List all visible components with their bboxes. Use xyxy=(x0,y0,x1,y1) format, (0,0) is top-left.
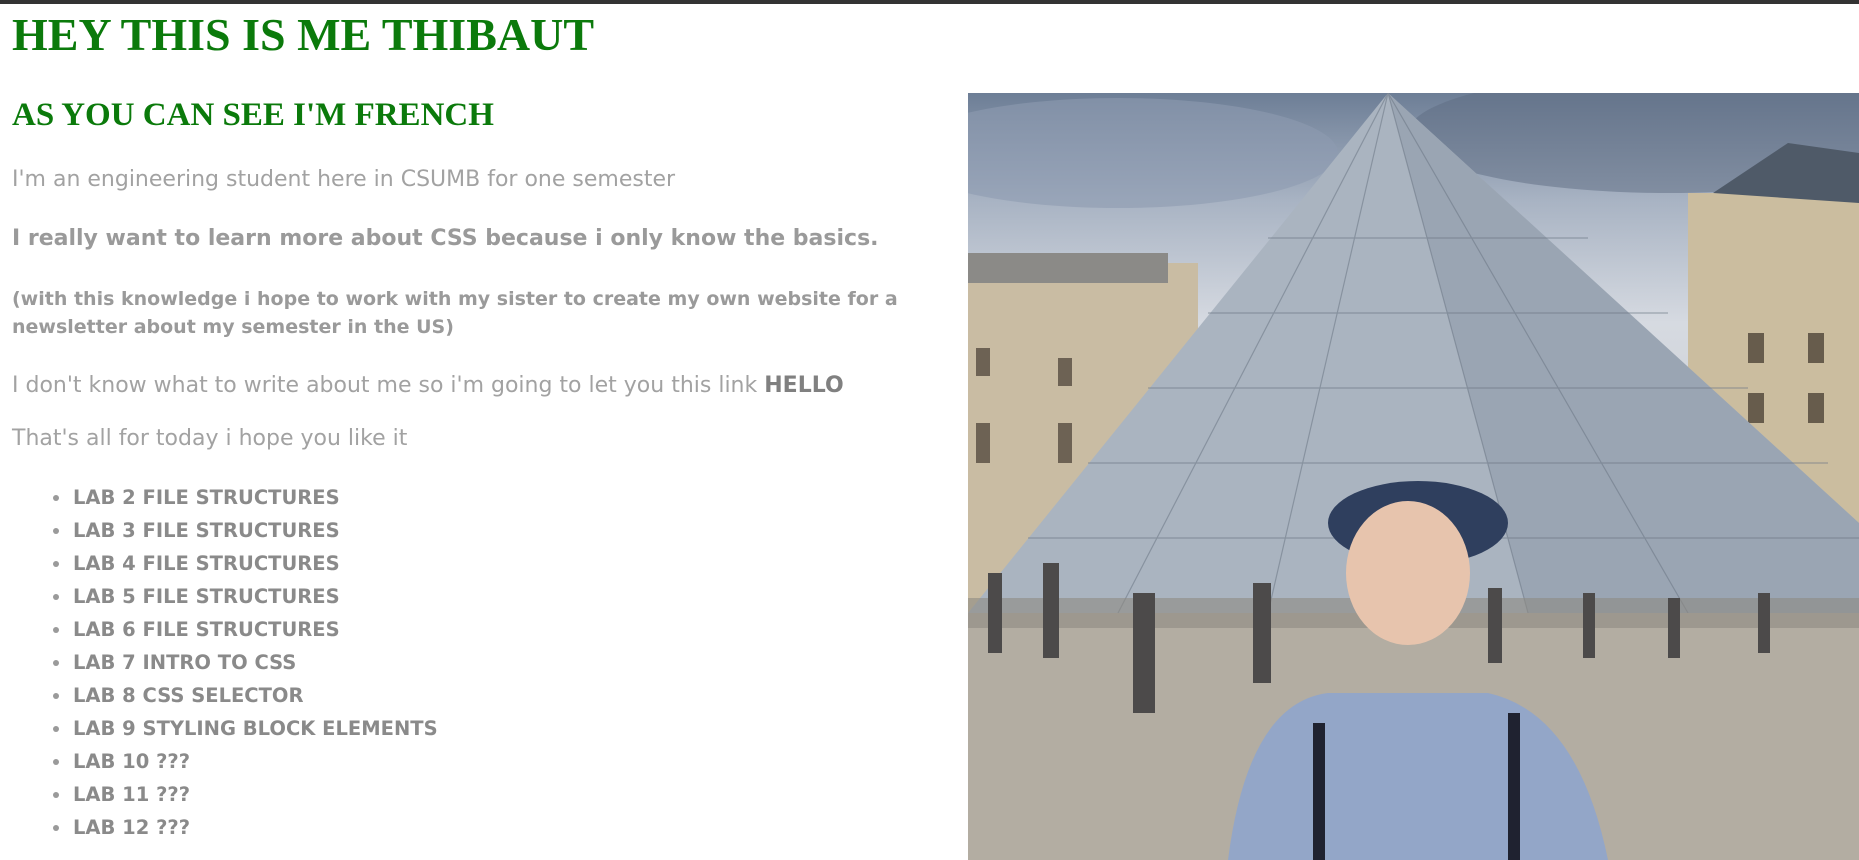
lab-link[interactable]: LAB 4 FILE STRUCTURES xyxy=(53,547,952,580)
outro-text: That's all for today i hope you like it xyxy=(12,425,408,451)
hope-text: (with this knowledge i hope to work with… xyxy=(12,287,898,338)
lab-link[interactable]: LAB 6 FILE STRUCTURES xyxy=(53,613,952,646)
lab-link[interactable]: LAB 8 CSS SELECTOR xyxy=(53,679,952,712)
lab-link[interactable]: LAB 7 INTRO TO CSS xyxy=(53,646,952,679)
learn-text: I really want to learn more about CSS be… xyxy=(12,225,879,251)
link-paragraph: I don't know what to write about me so i… xyxy=(12,373,952,398)
labs-list: LAB 2 FILE STRUCTURES LAB 3 FILE STRUCTU… xyxy=(12,481,952,844)
intro-text: I'm an engineering student here in CSUMB… xyxy=(12,166,676,192)
lab-link[interactable]: LAB 12 ??? xyxy=(53,811,952,844)
lab-link[interactable]: LAB 2 FILE STRUCTURES xyxy=(53,481,952,514)
main-content: HEY THIS IS ME THIBAUT AS YOU CAN SEE I'… xyxy=(12,4,952,844)
page-subtitle: AS YOU CAN SEE I'M FRENCH xyxy=(12,96,494,133)
hello-link[interactable]: HELLO xyxy=(764,373,843,398)
lab-link[interactable]: LAB 11 ??? xyxy=(53,778,952,811)
lab-link[interactable]: LAB 9 STYLING BLOCK ELEMENTS xyxy=(53,712,952,745)
lab-link[interactable]: LAB 10 ??? xyxy=(53,745,952,778)
profile-photo xyxy=(968,93,1859,860)
link-paragraph-text: I don't know what to write about me so i… xyxy=(12,372,758,398)
page-title: HEY THIS IS ME THIBAUT xyxy=(12,9,595,60)
louvre-pyramid-photo xyxy=(968,93,1859,860)
lab-link[interactable]: LAB 3 FILE STRUCTURES xyxy=(53,514,952,547)
lab-link[interactable]: LAB 5 FILE STRUCTURES xyxy=(53,580,952,613)
